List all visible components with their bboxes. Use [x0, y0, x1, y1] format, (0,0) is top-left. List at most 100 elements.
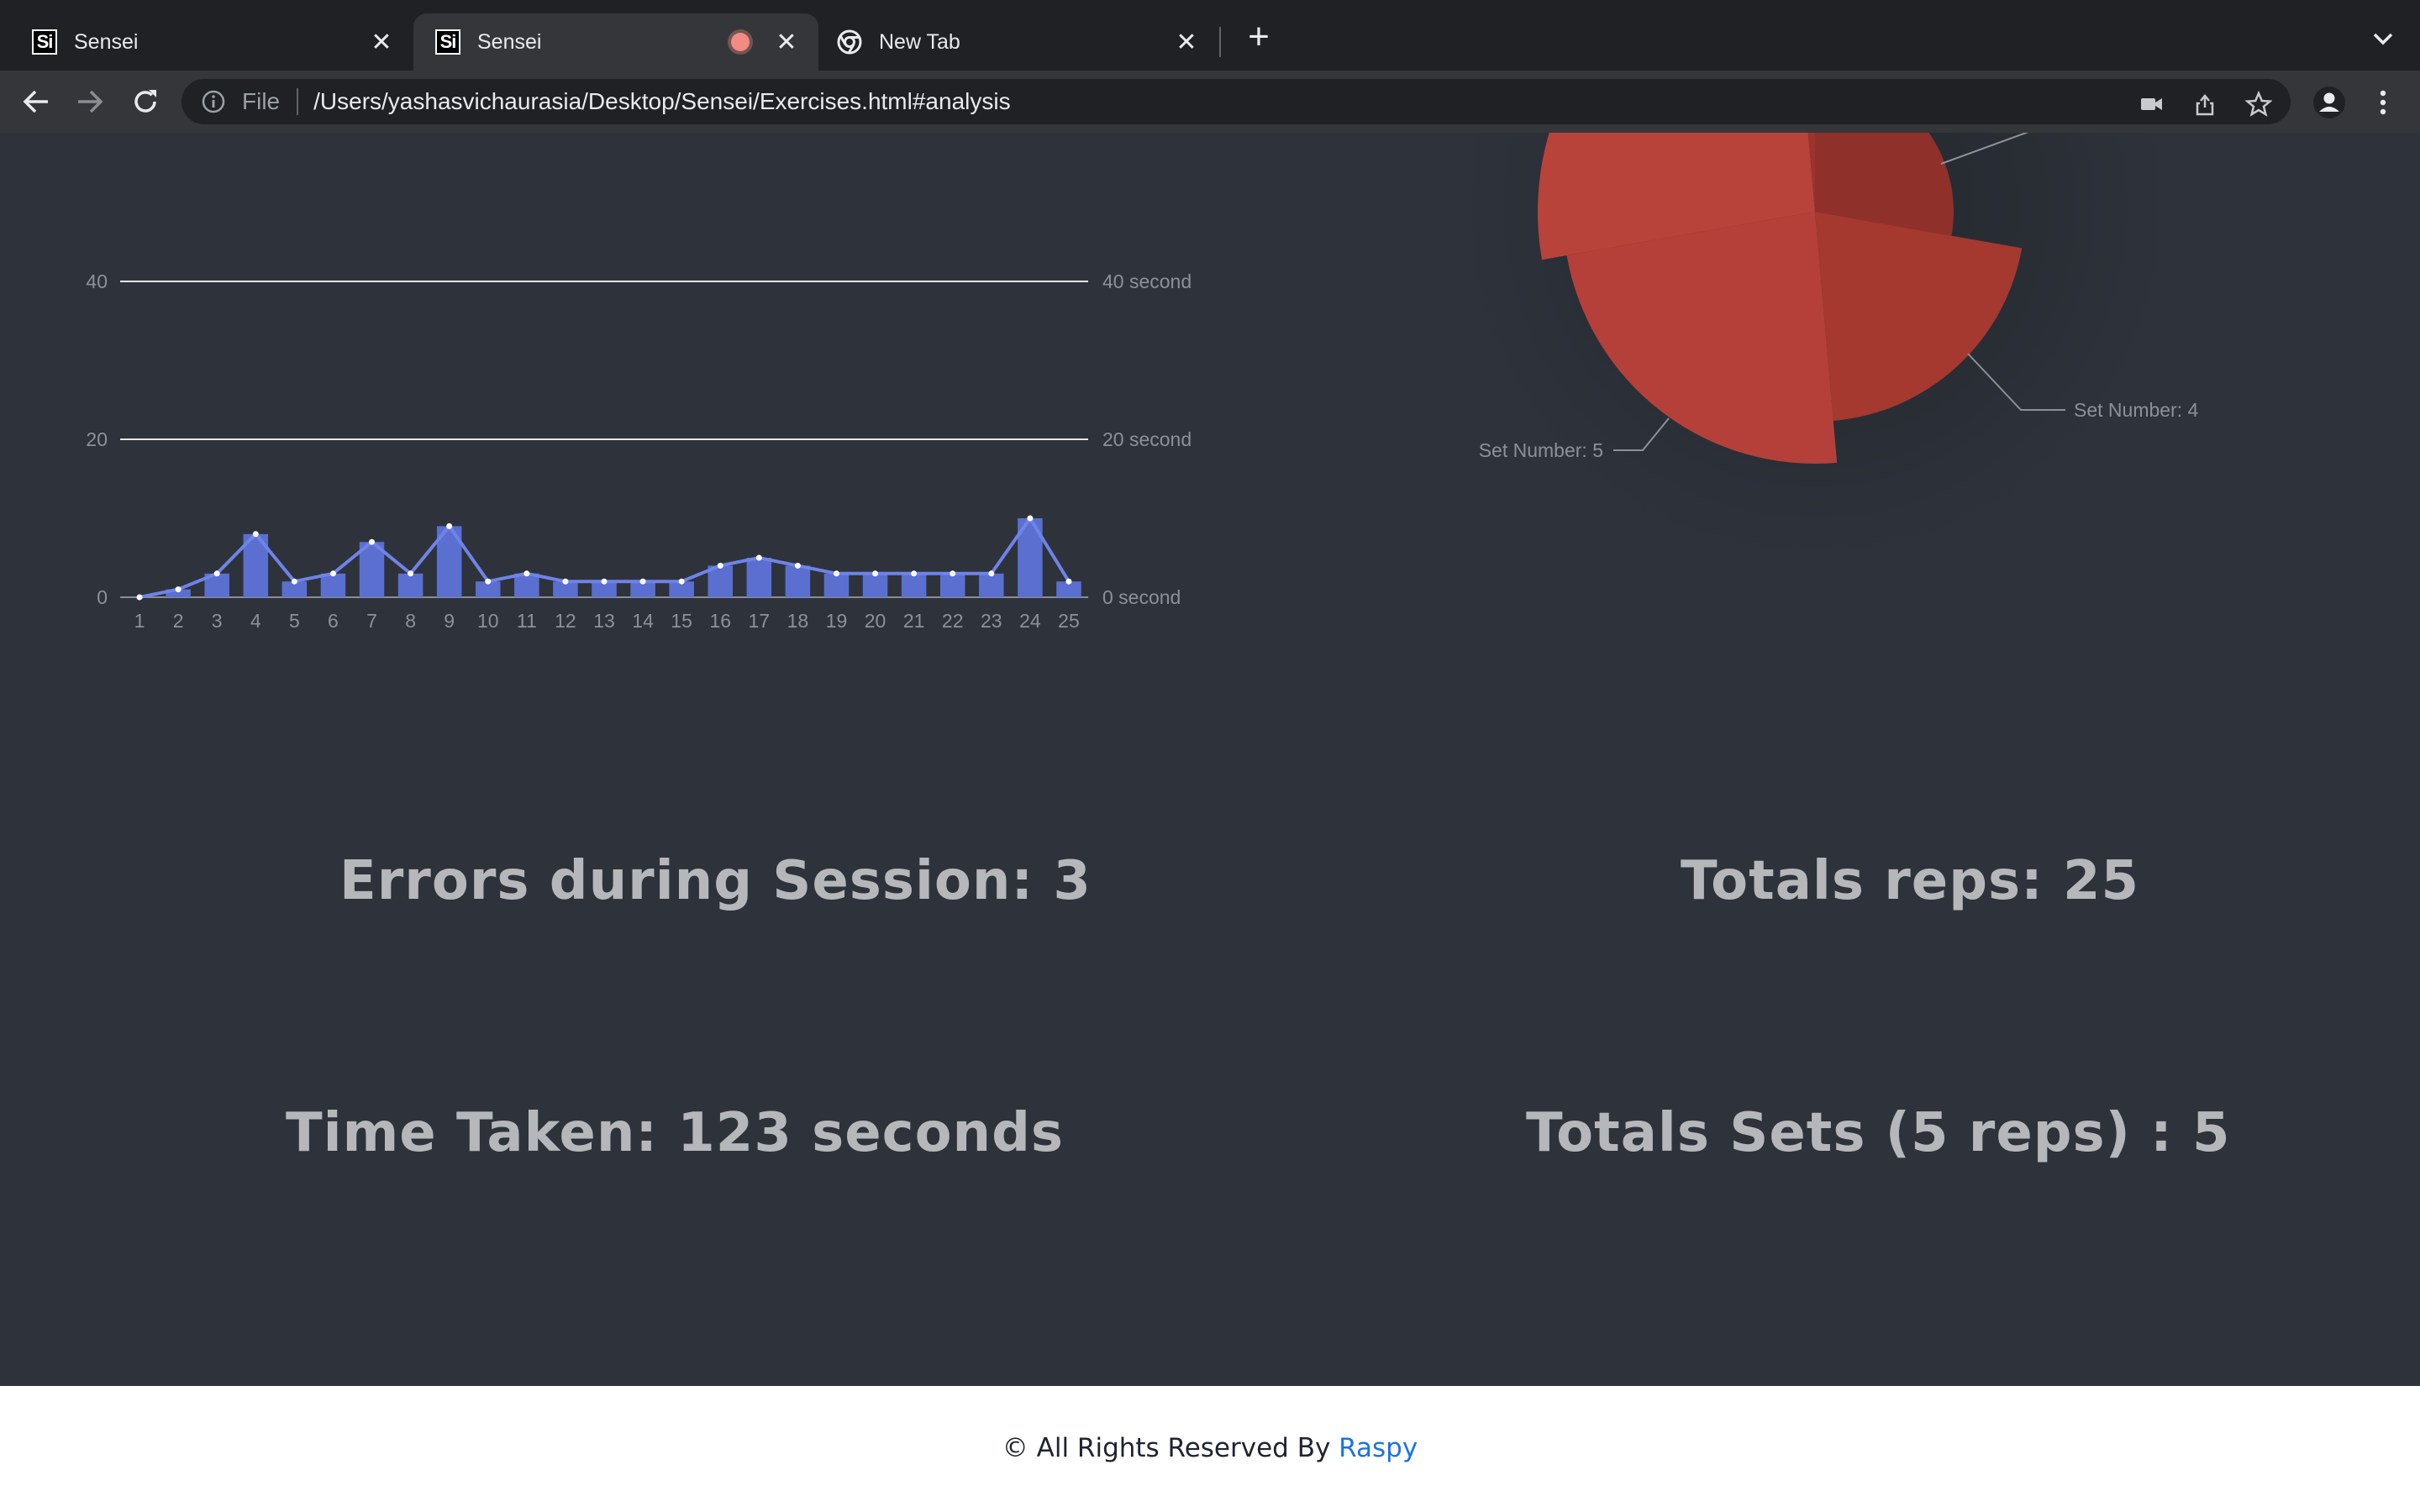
line-point[interactable]: [136, 594, 143, 601]
star-icon[interactable]: [2244, 89, 2274, 119]
x-tick-label: 8: [405, 610, 416, 632]
line-point[interactable]: [639, 578, 646, 585]
line-point[interactable]: [175, 586, 182, 593]
arrow-right-icon: [78, 90, 103, 113]
bar[interactable]: [785, 565, 811, 597]
bar[interactable]: [514, 573, 539, 597]
x-tick-label: 16: [709, 610, 731, 632]
close-icon[interactable]: ✕: [771, 28, 802, 57]
line-point[interactable]: [252, 531, 259, 538]
line-point[interactable]: [562, 578, 569, 585]
line-point[interactable]: [523, 570, 530, 577]
reps-time-chart: 00 second20 20 second40 40 second1 2 3 4 5 6 7 8 9…: [86, 270, 1192, 632]
tab-search-button[interactable]: [2366, 22, 2400, 55]
bar[interactable]: [320, 573, 346, 597]
line-point[interactable]: [988, 570, 995, 577]
y-tick-label: 20: [86, 428, 108, 450]
page-content: 00 second 20 20 second 40 40 second 1 2 3 4 5 6 7 8 9…: [0, 133, 2420, 1386]
bar[interactable]: [823, 573, 850, 597]
menu-button[interactable]: [2366, 86, 2400, 119]
tab-title: Sensei: [477, 29, 542, 54]
x-tick-label: 19: [826, 610, 848, 632]
x-tick-label: 9: [444, 610, 455, 632]
line-point[interactable]: [213, 570, 220, 577]
x-tick-label: 2: [173, 610, 184, 632]
time-taken-stat: Time Taken: 123 seconds: [286, 1102, 1064, 1164]
line-point[interactable]: [369, 538, 376, 545]
line-point[interactable]: [291, 578, 297, 585]
x-tick-label: 25: [1058, 610, 1080, 632]
camera-icon[interactable]: [2136, 89, 2166, 119]
x-tick-label: 5: [289, 610, 300, 632]
x-tick-label: 14: [632, 610, 654, 632]
tab-separator: [1219, 27, 1221, 57]
new-tab-button[interactable]: +: [1239, 17, 1279, 57]
y2-tick-label: 20 second: [1102, 428, 1192, 450]
footer: © All Rights Reserved By Raspy: [0, 1386, 2420, 1512]
line-point[interactable]: [446, 522, 453, 529]
x-tick-label: 12: [555, 610, 576, 632]
avatar-icon: [2313, 87, 2345, 118]
forward-button[interactable]: [72, 84, 108, 119]
back-button[interactable]: [18, 84, 54, 119]
scheme-label: File: [242, 88, 281, 114]
raspy-link[interactable]: Raspy: [1339, 1433, 1418, 1463]
x-tick-label: 17: [749, 610, 771, 632]
tab-title: New Tab: [879, 29, 960, 54]
pie-label: Set Number: 5: [1479, 439, 1603, 461]
x-tick-label: 21: [903, 610, 925, 632]
line-point[interactable]: [1027, 515, 1034, 522]
recording-icon: [731, 33, 750, 51]
profile-button[interactable]: [2312, 86, 2346, 119]
footer-text: © All Rights Reserved By Raspy: [0, 1433, 2420, 1463]
info-icon[interactable]: [200, 88, 227, 115]
line-point[interactable]: [408, 570, 414, 577]
close-icon[interactable]: ✕: [366, 28, 397, 57]
address-bar[interactable]: File /Users/yashasvichaurasia/Desktop/Se…: [182, 79, 2291, 124]
share-icon[interactable]: [2190, 89, 2220, 119]
line-point[interactable]: [755, 554, 762, 561]
bar[interactable]: [862, 573, 888, 597]
sensei-icon: Si: [32, 29, 57, 55]
x-tick-label: 22: [942, 610, 964, 632]
x-tick-label: 11: [517, 610, 537, 632]
bar[interactable]: [746, 558, 772, 597]
line-point[interactable]: [678, 578, 685, 585]
reload-icon: [134, 90, 156, 113]
omnibox-divider: [297, 88, 299, 115]
copyright-text: © All Rights Reserved By: [1002, 1433, 1339, 1463]
reload-button[interactable]: [128, 84, 163, 119]
line-point[interactable]: [601, 578, 608, 585]
line-point[interactable]: [485, 578, 492, 585]
line-point[interactable]: [833, 570, 839, 577]
y2-tick-label: 40 second: [1102, 270, 1192, 292]
x-tick-label: 4: [250, 610, 261, 632]
x-tick-label: 18: [787, 610, 809, 632]
line-point[interactable]: [329, 570, 336, 577]
url-text[interactable]: /Users/yashasvichaurasia/Desktop/Sensei/…: [313, 88, 1010, 115]
line-point[interactable]: [911, 570, 918, 577]
line-point[interactable]: [872, 570, 879, 577]
tab-sensei-1[interactable]: Si Sensei ✕: [0, 13, 413, 71]
errors-stat: Errors during Session: 3: [339, 850, 1092, 912]
line-point[interactable]: [950, 570, 956, 577]
sensei-icon: Si: [435, 29, 460, 55]
tab-new-tab[interactable]: New Tab ✕: [818, 13, 1218, 71]
more-vert-icon: [2380, 90, 2386, 115]
tab-title: Sensei: [74, 29, 139, 54]
total-reps-stat: Totals reps: 25: [1681, 850, 2140, 912]
bar[interactable]: [901, 573, 927, 597]
x-tick-label: 20: [865, 610, 886, 632]
sets-pie-chart: Set Number: 4 Set Number: 5: [1412, 133, 2218, 612]
close-icon[interactable]: ✕: [1171, 28, 1202, 57]
x-tick-label: 1: [134, 610, 145, 632]
pie-label: Set Number: 4: [2074, 399, 2198, 421]
bar[interactable]: [939, 573, 965, 597]
tab-sensei-2[interactable]: Si Sensei ✕: [413, 13, 818, 71]
line-point[interactable]: [717, 562, 723, 569]
line-point[interactable]: [1065, 578, 1072, 585]
bar[interactable]: [979, 573, 1004, 597]
x-tick-label: 6: [328, 610, 339, 632]
bar[interactable]: [397, 573, 424, 597]
line-point[interactable]: [794, 562, 801, 569]
